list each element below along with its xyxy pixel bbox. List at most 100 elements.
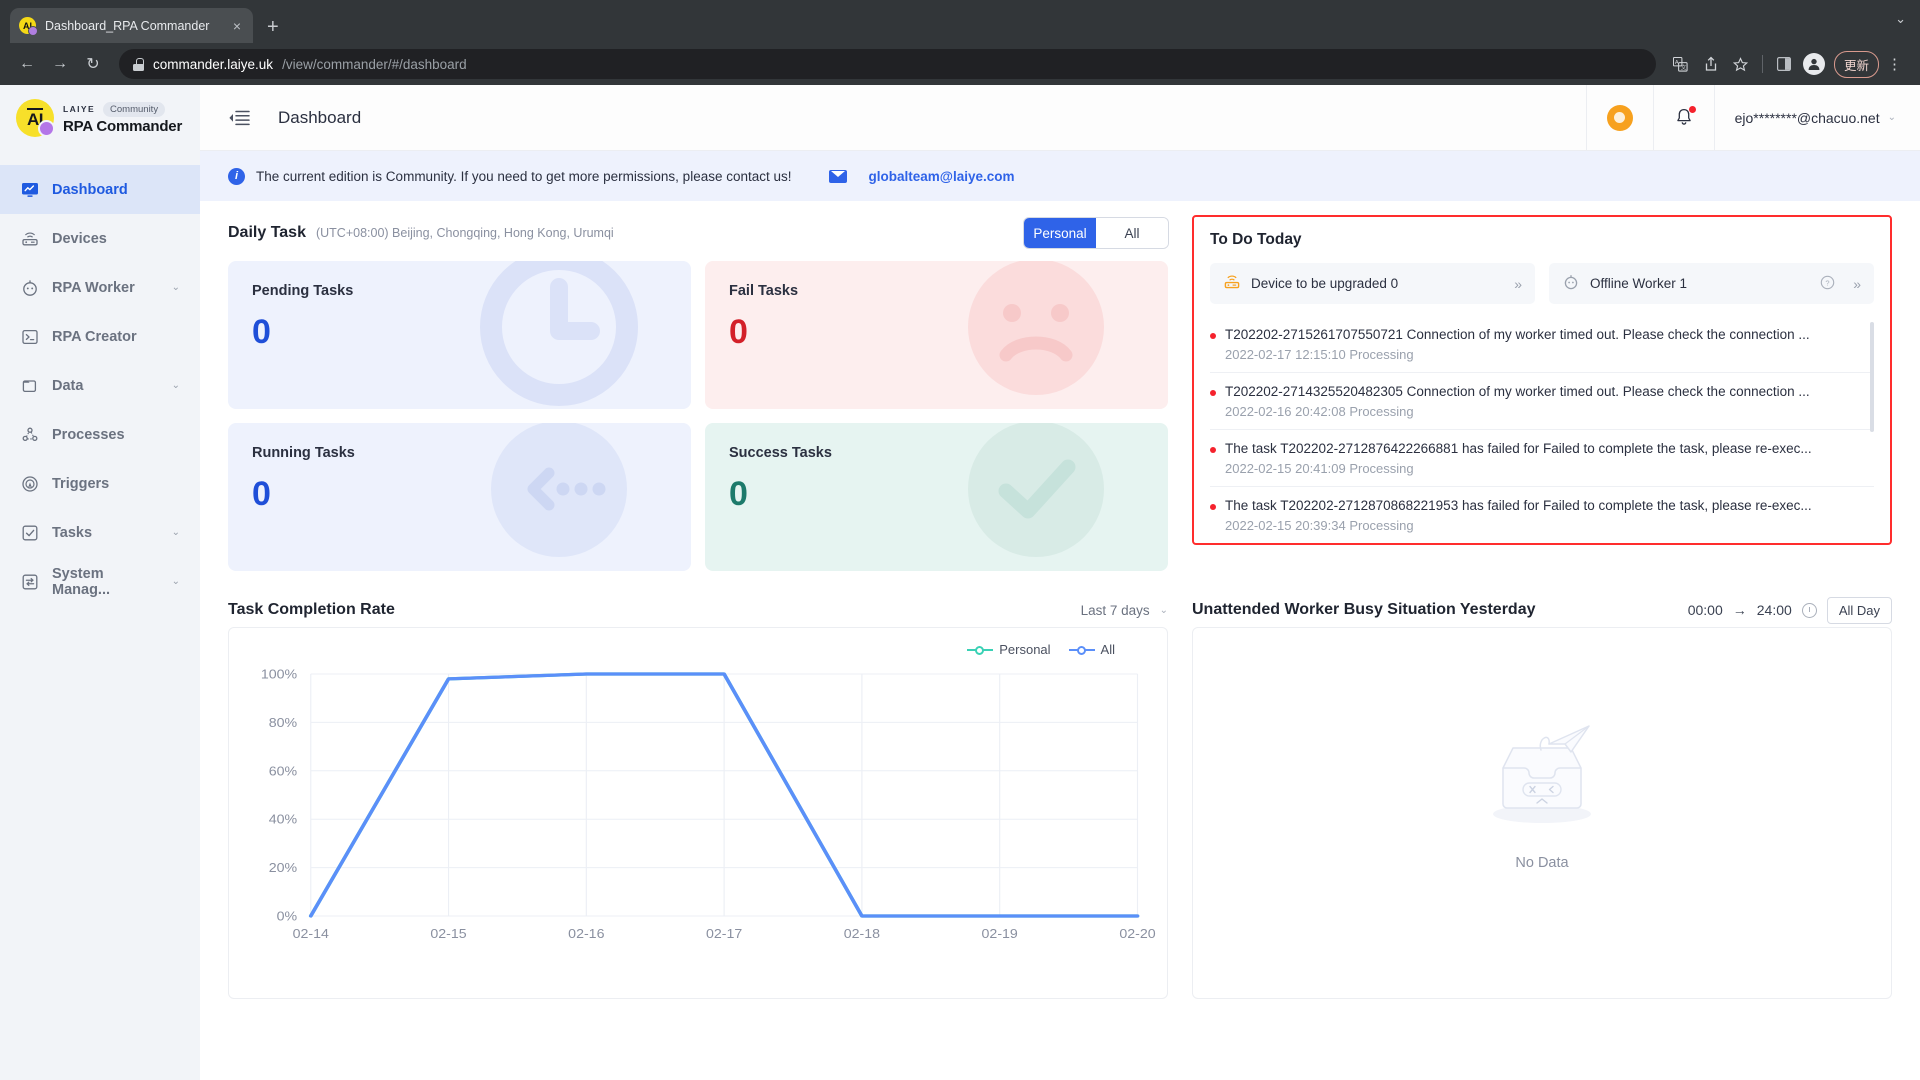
sidebar-item-label: Tasks <box>52 524 93 541</box>
sidebar-item-dashboard[interactable]: Dashboard <box>0 165 200 214</box>
system-management-icon <box>20 572 39 591</box>
collapse-menu-icon[interactable] <box>228 109 250 127</box>
brand-logo-area[interactable]: AI LAIYE Community RPA Commander <box>0 85 200 151</box>
legend-item-all[interactable]: All <box>1068 642 1115 657</box>
toolbar-icons: A文 更新 ⋮ <box>1667 50 1908 78</box>
back-button[interactable]: ← <box>12 49 42 79</box>
stat-card-running-tasks[interactable]: Running Tasks 0 <box>228 423 691 571</box>
chip-arrow-icon[interactable]: » <box>1853 276 1861 292</box>
tab-title: Dashboard_RPA Commander <box>45 18 210 33</box>
stat-card-success-tasks[interactable]: Success Tasks 0 <box>705 423 1168 571</box>
clock-icon[interactable] <box>1801 602 1817 618</box>
chevron-down-icon: ⌄ <box>171 282 180 293</box>
time-arrow-icon: → <box>1732 602 1747 618</box>
browser-tab[interactable]: AI Dashboard_RPA Commander × <box>10 8 253 43</box>
notification-badge-dot <box>1688 105 1696 113</box>
todo-list-item[interactable]: The task T202202-2712876422266881 has fa… <box>1210 430 1874 487</box>
todo-list[interactable]: T202202-2715261707550721 Connection of m… <box>1210 316 1874 543</box>
share-icon[interactable] <box>1697 50 1725 78</box>
toggle-personal[interactable]: Personal <box>1024 218 1096 248</box>
help-icon[interactable]: ? <box>1820 275 1835 293</box>
lock-icon <box>133 57 144 71</box>
close-icon[interactable]: × <box>230 17 244 35</box>
tip-button[interactable] <box>1585 85 1653 150</box>
triggers-icon <box>20 474 39 493</box>
card-label: Fail Tasks <box>729 283 799 299</box>
browser-menu-button[interactable]: ⋮ <box>1881 55 1908 73</box>
logo-text: AI <box>27 108 44 129</box>
card-label: Running Tasks <box>252 445 355 461</box>
timezone-label: (UTC+08:00) Beijing, Chongqing, Hong Kon… <box>315 226 614 240</box>
sidebar-item-data[interactable]: Data ⌄ <box>0 361 200 410</box>
todo-item-text: The task T202202-2712870868221953 has fa… <box>1225 498 1812 513</box>
url-path: /view/commander/#/dashboard <box>282 56 467 72</box>
sidebar-item-label: Processes <box>52 426 125 443</box>
legend-item-personal[interactable]: Personal <box>967 642 1051 657</box>
svg-text:02-20: 02-20 <box>1119 927 1155 941</box>
section-title: Unattended Worker Busy Situation Yesterd… <box>1192 601 1536 618</box>
chevron-down-icon[interactable]: ⌄ <box>1895 11 1906 27</box>
notification-button[interactable] <box>1652 85 1714 150</box>
chart-legend: Personal All <box>967 642 1115 657</box>
rpa-creator-icon <box>20 327 39 346</box>
browser-tabstrip: AI Dashboard_RPA Commander × + ⌄ <box>0 0 1920 43</box>
profile-avatar[interactable] <box>1800 50 1828 78</box>
chevron-down-icon: ⌄ <box>171 576 180 587</box>
stat-card-fail-tasks[interactable]: Fail Tasks 0 <box>705 261 1168 409</box>
task-completion-header: Task Completion Rate Last 7 days ⌄ <box>228 593 1168 627</box>
todo-chips: Device to be upgraded 0 » Offline Worker… <box>1210 263 1874 304</box>
bell-icon <box>1674 105 1696 129</box>
address-bar[interactable]: commander.laiye.uk /view/commander/#/das… <box>119 49 1656 79</box>
sidebar-item-triggers[interactable]: Triggers <box>0 459 200 508</box>
reload-button[interactable]: ↻ <box>78 49 108 79</box>
contact-email-link[interactable]: globalteam@laiye.com <box>869 169 1015 184</box>
rpa-worker-icon <box>20 278 39 297</box>
scrollbar[interactable] <box>1870 322 1874 432</box>
svg-text:02-14: 02-14 <box>293 927 330 941</box>
translate-icon[interactable]: A文 <box>1667 50 1695 78</box>
chip-arrow-icon[interactable]: » <box>1514 276 1522 292</box>
page-content: i The current edition is Community. If y… <box>200 151 1920 1080</box>
todo-item-text: The task T202202-2712876422266881 has fa… <box>1225 441 1812 456</box>
folder-icon <box>20 376 39 395</box>
devices-icon <box>20 229 39 248</box>
new-tab-button[interactable]: + <box>267 17 279 37</box>
sidebar-item-rpa-worker[interactable]: RPA Worker ⌄ <box>0 263 200 312</box>
side-panel-icon[interactable] <box>1770 50 1798 78</box>
task-completion-chart-panel: Personal All 0% 20% 40% 60% 80% 100% 02-… <box>228 627 1168 999</box>
dashboard-top-row: Daily Task (UTC+08:00) Beijing, Chongqin… <box>200 215 1920 571</box>
card-label: Pending Tasks <box>252 283 354 299</box>
user-menu[interactable]: ejo********@chacuo.net ⌄ <box>1713 85 1920 150</box>
device-upgrade-icon <box>1223 273 1241 294</box>
edition-banner: i The current edition is Community. If y… <box>200 151 1920 201</box>
legend-label: Personal <box>999 642 1051 657</box>
time-start: 00:00 <box>1687 602 1723 618</box>
todo-list-item[interactable]: T202202-2715261707550721 Connection of m… <box>1210 316 1874 373</box>
sidebar-item-tasks[interactable]: Tasks ⌄ <box>0 508 200 557</box>
update-button[interactable]: 更新 <box>1833 50 1879 78</box>
svg-text:100%: 100% <box>261 667 297 681</box>
stat-card-pending-tasks[interactable]: Pending Tasks 0 <box>228 261 691 409</box>
favicon-label: AI <box>23 20 32 31</box>
todo-list-item[interactable]: The task T202202-2712870868221953 has fa… <box>1210 487 1874 543</box>
browser-toolbar: ← → ↻ commander.laiye.uk /view/commander… <box>0 43 1920 85</box>
stat-cards: Pending Tasks 0 Fail Tasks 0 Running Tas… <box>228 261 1168 571</box>
todo-list-item[interactable]: T202202-2714325520482305 Connection of m… <box>1210 373 1874 430</box>
sidebar-item-system-management[interactable]: System Manag... ⌄ <box>0 557 200 606</box>
range-selector[interactable]: Last 7 days ⌄ <box>1081 603 1168 618</box>
sidebar-item-rpa-creator[interactable]: RPA Creator <box>0 312 200 361</box>
sidebar-item-devices[interactable]: Devices <box>0 214 200 263</box>
bookmark-star-icon[interactable] <box>1727 50 1755 78</box>
forward-button[interactable]: → <box>45 49 75 79</box>
chip-offline-worker[interactable]: Offline Worker 1 ? » <box>1549 263 1874 304</box>
chevron-down-icon: ⌄ <box>171 527 180 538</box>
chip-device-to-be-upgraded[interactable]: Device to be upgraded 0 » <box>1210 263 1535 304</box>
busy-situation-header: Unattended Worker Busy Situation Yesterd… <box>1192 593 1892 627</box>
processes-icon <box>20 425 39 444</box>
header-actions: ejo********@chacuo.net ⌄ <box>1585 85 1920 150</box>
sidebar-item-label: System Manag... <box>52 565 111 598</box>
main-area: Dashboard ejo********@chacuo.net ⌄ i The… <box>200 85 1920 1080</box>
sidebar-item-processes[interactable]: Processes <box>0 410 200 459</box>
toggle-all[interactable]: All <box>1096 218 1168 248</box>
all-day-button[interactable]: All Day <box>1826 596 1892 624</box>
